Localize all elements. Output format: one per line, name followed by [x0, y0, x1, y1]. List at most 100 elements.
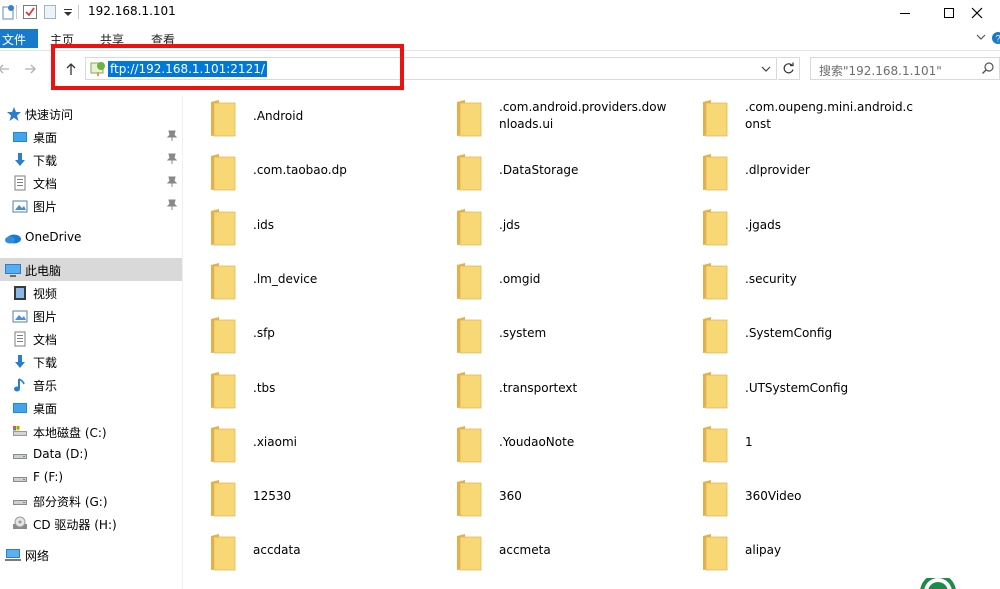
- folder-item[interactable]: .omgid: [430, 254, 676, 306]
- pin-icon[interactable]: [166, 176, 178, 191]
- folder-item[interactable]: accmeta: [430, 525, 676, 577]
- folder-item[interactable]: .com.oupeng.mini.android.const: [676, 91, 922, 143]
- search-icon[interactable]: [981, 61, 995, 78]
- sidebar-item-drive-c[interactable]: 本地磁盘 (C:): [0, 420, 182, 443]
- folder-name: .com.oupeng.mini.android.const: [745, 100, 913, 131]
- sidebar-item-documents-pinned[interactable]: 文档: [0, 171, 182, 194]
- ribbon-expand-icon[interactable]: [975, 31, 987, 46]
- sidebar-item-quick-access[interactable]: 快速访问: [0, 102, 182, 125]
- title-bar: 192.168.1.101: [0, 0, 1000, 26]
- sidebar-item-downloads[interactable]: 下载: [0, 350, 182, 373]
- properties-icon[interactable]: [2, 4, 16, 20]
- sidebar-item-desktop[interactable]: 桌面: [0, 396, 182, 419]
- folder-icon: [210, 153, 236, 191]
- folder-name: .xiaomi: [253, 434, 297, 449]
- folder-item[interactable]: .DataStorage: [430, 145, 676, 197]
- folder-item[interactable]: .security: [676, 254, 922, 306]
- checkmark-icon[interactable]: [22, 4, 38, 20]
- folder-icon: [456, 208, 482, 246]
- folder-item[interactable]: 360: [430, 471, 676, 523]
- sidebar-item-drive-f[interactable]: F (F:): [0, 466, 182, 489]
- refresh-button[interactable]: [778, 57, 800, 80]
- folder-item[interactable]: .lm_device: [184, 254, 430, 306]
- music-icon: [12, 377, 28, 393]
- folder-item[interactable]: .Android: [184, 91, 430, 143]
- pin-icon[interactable]: [166, 130, 178, 145]
- folder-icon: [702, 262, 728, 300]
- back-button[interactable]: [0, 59, 14, 79]
- folder-item[interactable]: .xiaomi: [184, 417, 430, 469]
- search-placeholder: 搜索"192.168.1.101": [819, 64, 942, 78]
- close-button[interactable]: [954, 0, 1000, 26]
- quick-access-dropdown-icon[interactable]: [63, 4, 73, 20]
- folder-icon: [210, 425, 236, 463]
- folder-item[interactable]: .YoudaoNote: [430, 417, 676, 469]
- sidebar-item-pictures-pinned[interactable]: 图片: [0, 194, 182, 217]
- search-box[interactable]: 搜索"192.168.1.101": [810, 57, 1000, 80]
- folder-icon: [456, 425, 482, 463]
- folder-item[interactable]: .UTSystemConfig: [676, 363, 922, 415]
- folder-icon: [702, 425, 728, 463]
- sidebar-item-network[interactable]: 网络: [0, 543, 182, 566]
- folder-item[interactable]: 360Video: [676, 471, 922, 523]
- sidebar-item-drive-g[interactable]: 部分资料 (G:): [0, 489, 182, 512]
- download-icon: [12, 152, 28, 168]
- folder-item[interactable]: alipay: [676, 525, 922, 577]
- pin-icon[interactable]: [166, 199, 178, 214]
- folder-item[interactable]: 12530: [184, 471, 430, 523]
- folder-item[interactable]: .dlprovider: [676, 145, 922, 197]
- sidebar-item-pictures[interactable]: 图片: [0, 304, 182, 327]
- folder-name: 360Video: [745, 489, 802, 504]
- folder-item[interactable]: .ids: [184, 200, 430, 252]
- folder-name: .tbs: [253, 380, 276, 395]
- folder-name: .omgid: [499, 271, 541, 286]
- forward-button[interactable]: [20, 59, 40, 79]
- folder-name: .com.android.providers.downloads.ui: [499, 100, 667, 131]
- folder-name: accmeta: [499, 543, 551, 558]
- folder-icon: [702, 533, 728, 571]
- folder-name: .jds: [499, 217, 521, 232]
- tab-file[interactable]: 文件: [0, 29, 38, 48]
- sidebar-item-desktop-pinned[interactable]: 桌面: [0, 125, 182, 148]
- address-dropdown-icon[interactable]: [759, 61, 773, 77]
- sidebar-item-documents[interactable]: 文档: [0, 327, 182, 350]
- sidebar-item-onedrive[interactable]: OneDrive: [0, 226, 182, 249]
- sidebar-item-downloads-pinned[interactable]: 下载: [0, 148, 182, 171]
- folder-name: .DataStorage: [499, 163, 579, 178]
- picture-icon: [12, 308, 28, 324]
- folder-icon: [702, 208, 728, 246]
- folder-item[interactable]: .sfp: [184, 308, 430, 360]
- folder-item[interactable]: accdata: [184, 525, 430, 577]
- folder-item[interactable]: .system: [430, 308, 676, 360]
- folder-item[interactable]: 1: [676, 417, 922, 469]
- folder-item[interactable]: .SystemConfig: [676, 308, 922, 360]
- folder-icon: [456, 153, 482, 191]
- document-icon: [12, 175, 28, 191]
- folder-name: .dlprovider: [745, 163, 810, 178]
- pin-icon[interactable]: [166, 153, 178, 168]
- folder-item[interactable]: .jds: [430, 200, 676, 252]
- folder-item[interactable]: .transportext: [430, 363, 676, 415]
- folder-item[interactable]: .com.android.providers.downloads.ui: [430, 91, 676, 143]
- document-icon: [12, 331, 28, 347]
- sidebar-item-cd-drive[interactable]: CD 驱动器 (H:): [0, 512, 182, 535]
- sidebar-item-music[interactable]: 音乐: [0, 373, 182, 396]
- sidebar-item-this-pc[interactable]: 此电脑: [0, 258, 182, 281]
- computer-icon: [4, 262, 21, 278]
- video-icon: [12, 285, 28, 301]
- sidebar-item-videos[interactable]: 视频: [0, 281, 182, 304]
- new-folder-icon[interactable]: [43, 4, 57, 20]
- folder-icon: [210, 208, 236, 246]
- help-icon[interactable]: ?: [991, 31, 1000, 48]
- folder-item[interactable]: .jgads: [676, 200, 922, 252]
- folder-icon: [456, 316, 482, 354]
- minimize-button[interactable]: [882, 0, 928, 26]
- sidebar-item-drive-d[interactable]: Data (D:): [0, 443, 182, 466]
- watermark-logo-icon: [918, 574, 958, 589]
- folder-name: .ids: [253, 217, 275, 232]
- folder-icon: [702, 371, 728, 409]
- folder-name: .YoudaoNote: [499, 434, 575, 449]
- folder-item[interactable]: .tbs: [184, 363, 430, 415]
- folder-item[interactable]: .com.taobao.dp: [184, 145, 430, 197]
- folder-name: .transportext: [499, 380, 578, 395]
